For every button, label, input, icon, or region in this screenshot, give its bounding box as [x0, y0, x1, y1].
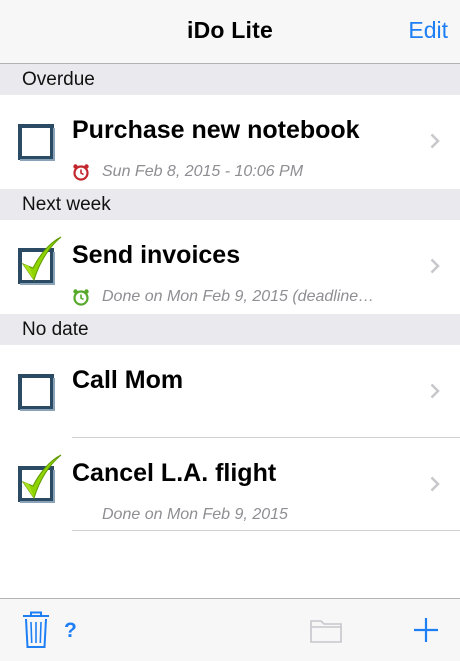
edit-button[interactable]: Edit	[408, 17, 448, 44]
navigation-bar: iDo Lite Edit	[0, 0, 460, 64]
task-row-call-mom[interactable]: Call Mom	[0, 345, 460, 437]
section-header-no-date: No date	[0, 314, 460, 345]
add-icon[interactable]	[413, 617, 439, 643]
task-due-date: Sun Feb 8, 2015 - 10:06 PM	[102, 163, 304, 180]
task-done-date: Done on Mon Feb 9, 2015	[102, 506, 288, 523]
unchecked-checkbox-icon[interactable]	[17, 369, 57, 413]
chevron-right-icon	[430, 258, 440, 274]
unchecked-checkbox-icon[interactable]	[17, 119, 57, 163]
section-header-next-week: Next week	[0, 189, 460, 220]
chevron-right-icon	[430, 133, 440, 149]
task-title: Purchase new notebook	[72, 116, 360, 144]
section-header-overdue: Overdue	[0, 64, 460, 95]
bottom-toolbar: ?	[0, 598, 460, 661]
checked-checkbox-icon[interactable]	[17, 234, 63, 288]
checked-checkbox-icon[interactable]	[17, 452, 63, 506]
task-title: Send invoices	[72, 241, 241, 269]
chevron-right-icon	[430, 476, 440, 492]
help-button[interactable]: ?	[64, 619, 77, 643]
row-separator	[72, 530, 460, 531]
task-row-cancel-flight[interactable]: Cancel L.A. flight Done on Mon Feb 9, 20…	[0, 438, 460, 530]
task-row-send-invoices[interactable]: Send invoices Done on Mon Feb 9, 2015 (d…	[0, 220, 460, 312]
task-title: Call Mom	[72, 366, 184, 394]
app-title: iDo Lite	[187, 17, 273, 43]
task-row-purchase-notebook[interactable]: Purchase new notebook Sun Feb 8, 2015 - …	[0, 95, 460, 187]
trash-icon[interactable]	[22, 611, 50, 649]
task-done-date: Done on Mon Feb 9, 2015 (deadline…	[102, 288, 375, 305]
green-alarm-clock-icon	[73, 289, 89, 306]
chevron-right-icon	[430, 383, 440, 399]
red-alarm-clock-icon	[73, 164, 89, 181]
folder-icon[interactable]	[310, 617, 342, 643]
task-title: Cancel L.A. flight	[72, 459, 277, 487]
